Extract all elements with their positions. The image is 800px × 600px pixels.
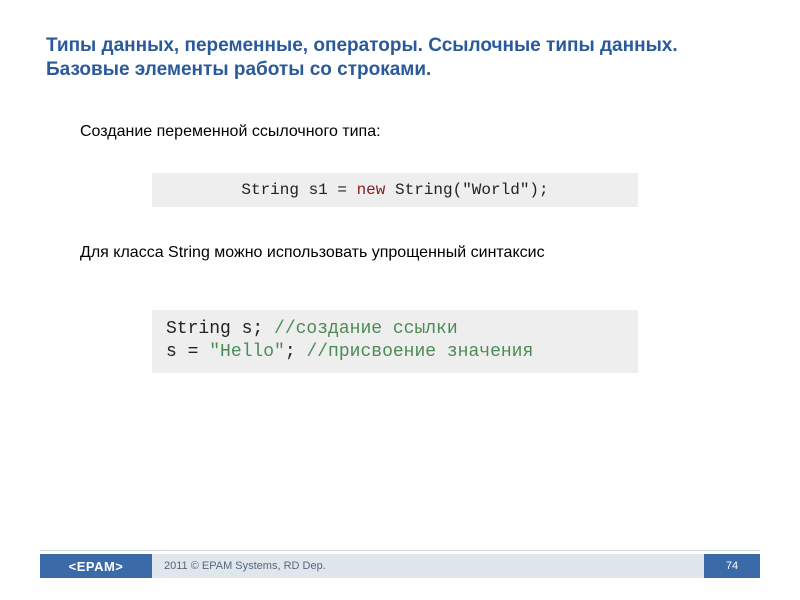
code-block-1: String s1 = new String("World"); — [152, 173, 638, 207]
code-line1-comment: //создание ссылки — [274, 319, 458, 339]
keyword-new: new — [357, 181, 386, 199]
code-line2-comment: //присвоение значения — [306, 342, 533, 362]
copyright-text: 2011 © EPAM Systems, RD Dep. — [152, 554, 704, 578]
footer: <EPAM> 2011 © EPAM Systems, RD Dep. 74 — [40, 554, 760, 578]
code-line2-string: "Hello" — [209, 342, 285, 362]
code-before: String s1 = — [241, 181, 356, 199]
code-text: String s1 = new String("World"); — [241, 181, 548, 199]
slide-title: Типы данных, переменные, операторы. Ссыл… — [46, 34, 754, 82]
code-after: String("World"); — [385, 181, 548, 199]
intro-text: Создание переменной ссылочного типа: — [80, 123, 381, 141]
code-block-2: String s; //создание ссылки s = "Hello";… — [152, 310, 638, 373]
page-number: 74 — [704, 554, 760, 578]
footer-divider — [40, 550, 760, 551]
logo-epam: <EPAM> — [40, 554, 152, 578]
subtext: Для класса String можно использовать упр… — [80, 244, 545, 262]
code-line2-a: s = — [166, 342, 209, 362]
code-line2-b: ; — [285, 342, 307, 362]
slide: Типы данных, переменные, операторы. Ссыл… — [0, 0, 800, 600]
code-line1-code: String s; — [166, 319, 274, 339]
code-line-1: String s; //создание ссылки — [166, 318, 624, 341]
code-line-2: s = "Hello"; //присвоение значения — [166, 341, 624, 364]
